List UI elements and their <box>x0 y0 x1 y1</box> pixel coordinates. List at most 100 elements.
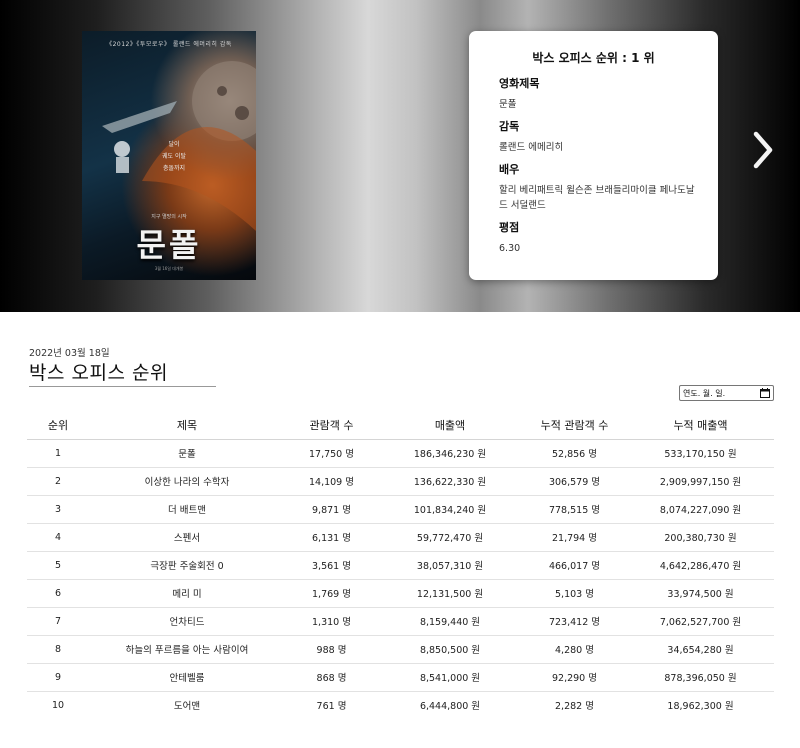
rank-cell: 10 <box>51 699 65 711</box>
title-cell: 스펜서 <box>89 523 285 552</box>
table-row[interactable]: 5 극장판 주술회전 0 3,561 명 38,057,310 원 466,01… <box>27 551 774 580</box>
info-body: 영화제목 문폴 감독 롤랜드 에메리히 배우 할리 베리패트릭 윌슨존 브래들리… <box>499 75 699 256</box>
cumulative-audience-cell: 723,412 명 <box>522 607 627 636</box>
calendar-icon[interactable] <box>760 388 770 398</box>
hero-banner: 《2012》《투모로우》 롤랜드 에머리히 감독 달이 궤도 이탈 충돌까지 지… <box>0 0 800 312</box>
table-row[interactable]: 3 더 배트맨 9,871 명 101,834,240 원 778,515 명 … <box>27 495 774 524</box>
title-cell: 도어맨 <box>173 701 201 713</box>
page-title: 박스 오피스 순위 <box>29 362 168 384</box>
cumulative-sales-cell: 533,170,150 원 <box>627 439 774 468</box>
poster-tagline-line: 궤도 이탈 <box>162 153 186 160</box>
chevron-right-icon <box>753 131 773 169</box>
cumulative-sales-cell: 8,074,227,090 원 <box>627 495 774 524</box>
rank-cell: 4 <box>27 523 89 552</box>
table-row[interactable]: 8 하늘의 푸르름을 아는 사람이여 988 명 8,850,500 원 4,2… <box>27 635 774 664</box>
audience-cell: 1,310 명 <box>285 607 378 636</box>
director-value: 롤랜드 에메리히 <box>499 142 564 153</box>
header-cumulative-audience: 누적 관람객 수 <box>522 412 627 440</box>
title-cell: 하늘의 푸르름을 아는 사람이여 <box>89 635 285 664</box>
audience-cell: 761 명 <box>316 701 347 713</box>
sales-cell: 8,850,500 원 <box>378 635 522 664</box>
cumulative-audience-cell: 466,017 명 <box>522 551 627 580</box>
table-row[interactable]: 1 문폴 17,750 명 186,346,230 원 52,856 명 533… <box>27 439 774 468</box>
cumulative-audience-cell: 2,282 명 <box>555 701 594 713</box>
cumulative-sales-cell: 200,380,730 원 <box>627 523 774 552</box>
rank-cell: 9 <box>27 663 89 692</box>
table-row[interactable]: 10 도어맨 761 명 6,444,800 원 2,282 명 18,962,… <box>27 691 774 719</box>
cumulative-audience-cell: 306,579 명 <box>522 467 627 496</box>
cumulative-sales-cell: 878,396,050 원 <box>627 663 774 692</box>
sales-cell: 136,622,330 원 <box>378 467 522 496</box>
box-office-table: 순위 제목 관람객 수 매출액 누적 관람객 수 누적 매출액 1 문폴 17,… <box>27 412 774 719</box>
title-cell: 메리 미 <box>89 579 285 608</box>
cumulative-audience-cell: 5,103 명 <box>522 579 627 608</box>
date-picker-input[interactable]: 연도. 월. 일. <box>679 385 774 401</box>
cumulative-audience-cell: 4,280 명 <box>522 635 627 664</box>
cumulative-sales-cell: 2,909,997,150 원 <box>627 467 774 496</box>
cumulative-sales-cell: 34,654,280 원 <box>627 635 774 664</box>
title-cell: 극장판 주술회전 0 <box>89 551 285 580</box>
cumulative-sales-cell: 33,974,500 원 <box>627 579 774 608</box>
movie-title-label: 영화제목 <box>499 77 540 90</box>
poster-tagline-line: 충돌까지 <box>162 165 186 172</box>
cumulative-sales-cell: 7,062,527,700 원 <box>627 607 774 636</box>
poster-tagline-line: 달이 <box>168 141 180 148</box>
sales-cell: 38,057,310 원 <box>378 551 522 580</box>
table-row[interactable]: 4 스펜서 6,131 명 59,772,470 원 21,794 명 200,… <box>27 523 774 552</box>
title-cell: 문폴 <box>89 439 285 468</box>
header-audience: 관람객 수 <box>285 412 378 440</box>
sales-cell: 59,772,470 원 <box>378 523 522 552</box>
audience-cell: 1,769 명 <box>285 579 378 608</box>
movie-poster[interactable]: 《2012》《투모로우》 롤랜드 에머리히 감독 달이 궤도 이탈 충돌까지 지… <box>82 31 256 280</box>
rank-cell: 6 <box>27 579 89 608</box>
cumulative-sales-cell: 4,642,286,470 원 <box>627 551 774 580</box>
director-label: 감독 <box>499 120 520 133</box>
poster-tagline: 달이 궤도 이탈 충돌까지 <box>154 139 194 175</box>
cumulative-audience-cell: 52,856 명 <box>522 439 627 468</box>
rank-cell: 3 <box>27 495 89 524</box>
sales-cell: 6,444,800 원 <box>419 701 481 713</box>
table-row[interactable]: 7 언차티드 1,310 명 8,159,440 원 723,412 명 7,0… <box>27 607 774 636</box>
cumulative-audience-cell: 778,515 명 <box>522 495 627 524</box>
rating-value: 6.30 <box>499 243 521 254</box>
rank-cell: 5 <box>27 551 89 580</box>
audience-cell: 6,131 명 <box>285 523 378 552</box>
rank-cell: 2 <box>27 467 89 496</box>
poster-top-text: 《2012》《투모로우》 롤랜드 에머리히 감독 <box>106 41 232 48</box>
title-divider <box>29 386 216 387</box>
sales-cell: 8,159,440 원 <box>378 607 522 636</box>
title-cell: 이상한 나라의 수학자 <box>89 467 285 496</box>
title-cell: 더 배트맨 <box>89 495 285 524</box>
sales-cell: 8,541,000 원 <box>378 663 522 692</box>
rank-heading: 박스 오피스 순위 : 1 위 <box>532 51 655 65</box>
rank-cell: 8 <box>27 635 89 664</box>
rank-cell: 1 <box>27 439 89 468</box>
sales-cell: 186,346,230 원 <box>378 439 522 468</box>
audience-cell: 9,871 명 <box>285 495 378 524</box>
cumulative-audience-cell: 21,794 명 <box>522 523 627 552</box>
title-cell: 언차티드 <box>89 607 285 636</box>
cumulative-sales-cell: 18,962,300 원 <box>667 701 734 713</box>
next-slide-button[interactable] <box>748 128 778 172</box>
audience-cell: 17,750 명 <box>285 439 378 468</box>
header-title: 제목 <box>89 412 285 440</box>
rank-cell: 7 <box>27 607 89 636</box>
movie-title-value: 문폴 <box>499 99 517 110</box>
movie-info-card: 박스 오피스 순위 : 1 위 영화제목 문폴 감독 롤랜드 에메리히 배우 할… <box>469 31 718 280</box>
sales-cell: 101,834,240 원 <box>378 495 522 524</box>
table-header-row: 순위 제목 관람객 수 매출액 누적 관람객 수 누적 매출액 <box>27 412 774 440</box>
table-row[interactable]: 9 안테벨룸 868 명 8,541,000 원 92,290 명 878,39… <box>27 663 774 692</box>
header-sales: 매출액 <box>378 412 522 440</box>
audience-cell: 3,561 명 <box>285 551 378 580</box>
audience-cell: 988 명 <box>285 635 378 664</box>
sales-cell: 12,131,500 원 <box>378 579 522 608</box>
cumulative-audience-cell: 92,290 명 <box>522 663 627 692</box>
table-row[interactable]: 2 이상한 나라의 수학자 14,109 명 136,622,330 원 306… <box>27 467 774 496</box>
header-rank: 순위 <box>27 412 89 440</box>
rating-label: 평점 <box>499 221 520 234</box>
audience-cell: 868 명 <box>285 663 378 692</box>
poster-title: 문폴 <box>136 226 202 264</box>
actors-label: 배우 <box>499 163 520 176</box>
audience-cell: 14,109 명 <box>285 467 378 496</box>
table-row[interactable]: 6 메리 미 1,769 명 12,131,500 원 5,103 명 33,9… <box>27 579 774 608</box>
